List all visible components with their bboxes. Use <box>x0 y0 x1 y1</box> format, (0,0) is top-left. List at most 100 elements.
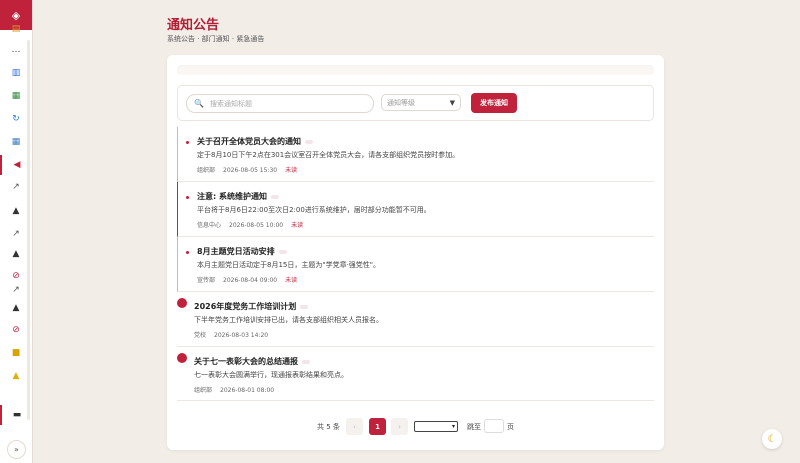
level-select-placeholder: 通知等级 <box>387 98 415 107</box>
notice-level-tag <box>270 194 279 199</box>
notice-meta: 组织部 2026-08-01 08:00 <box>194 385 282 394</box>
sidebar-item-15[interactable]: ⊘ <box>0 320 32 340</box>
sidebar-item-6[interactable]: ▦ <box>0 132 32 152</box>
monitor-icon: ▬ <box>12 409 22 420</box>
sidebar-item-4[interactable]: ▦ <box>0 86 32 106</box>
search-box[interactable]: 🔍 <box>186 94 374 113</box>
warning-icon: ▲ <box>12 370 20 381</box>
moon-icon[interactable]: ☾ <box>762 429 782 449</box>
level-select[interactable]: 通知等级 ▼ <box>381 94 461 111</box>
megaphone-icon: ◀ <box>13 159 21 170</box>
notice-level-tag <box>305 139 313 144</box>
goto-page-input[interactable] <box>484 419 504 433</box>
graduation-cap-icon: ▲ <box>12 302 20 313</box>
chevron-down-icon: ▾ <box>451 423 455 430</box>
notice-title[interactable]: 关于七一表彰大会的总结通报 <box>194 356 310 367</box>
search-input[interactable] <box>209 99 360 108</box>
sidebar-item-13[interactable]: ↗ <box>0 280 32 300</box>
book-icon: ▦ <box>11 90 21 101</box>
notice-item[interactable]: 注意: 系统维护通知平台将于8月6日22:00至次日2:00进行系统维护，届时部… <box>177 182 654 237</box>
graduation-cap-icon: ▲ <box>12 248 20 259</box>
notice-level-tag <box>302 359 310 364</box>
unread-badge: 未读 <box>285 277 298 284</box>
notice-summary: 下半年党务工作培训安排已出，请各支部组织相关人员报名。 <box>194 316 383 324</box>
notice-time: 2026-08-01 08:00 <box>220 387 275 394</box>
notice-indicator-dot <box>186 196 189 199</box>
next-page-button[interactable]: › <box>391 418 408 435</box>
prohibited-icon: ⊘ <box>12 324 20 335</box>
notice-title-text: 注意: 系统维护通知 <box>197 192 267 201</box>
sidebar-item-7[interactable]: ◀ <box>0 155 32 175</box>
notice-title[interactable]: 8月主题党日活动安排 <box>197 246 287 257</box>
notice-indicator-dot <box>186 141 189 144</box>
unread-badge: 未读 <box>291 222 304 229</box>
goto-label: 跳至 <box>467 423 481 431</box>
page-title: 通知公告 <box>167 18 220 33</box>
page-subtitle: 系统公告 · 部门通知 · 紧急通告 <box>167 35 265 43</box>
page-size-select[interactable]: ▾ <box>414 421 458 432</box>
sidebar-item-3[interactable]: ▥ <box>0 63 32 83</box>
sidebar-item-2[interactable]: … <box>0 40 32 60</box>
sidebar: ◈ ▤… ▥ ▦ ↻ ▦ ◀ ↗ ▲ ↗ ▲ ⊘ ↗ ▲ ⊘ ■ ▲ ▬ » <box>0 0 33 463</box>
notice-item[interactable]: 2026年度党务工作培训计划下半年党务工作培训安排已出，请各支部组织相关人员报名… <box>177 292 654 347</box>
filter-toolbar: 🔍 通知等级 ▼ 发布通知 <box>177 85 654 121</box>
sidebar-item-14[interactable]: ▲ <box>0 298 32 318</box>
notice-department: 组织部 <box>197 167 216 174</box>
chart-line-icon: ↗ <box>12 284 20 295</box>
sidebar-item-11[interactable]: ▲ <box>0 244 32 264</box>
sidebar-item-1[interactable]: ▤ <box>0 19 32 39</box>
notice-item[interactable]: 8月主题党日活动安排 本月主题党日活动定于8月15日，主题为"学党章·强党性"。宣… <box>177 237 654 292</box>
notice-indicator-dot <box>186 251 189 254</box>
notice-summary: 定于8月10日下午2点在301会议室召开全体党员大会，请各支部组织党员按时参加。 <box>197 151 460 159</box>
notice-title-text: 关于召开全体党员大会的通知 <box>197 137 301 146</box>
notice-time: 2026-08-05 15:30 <box>223 167 278 174</box>
page-1-button[interactable]: 1 <box>369 418 386 435</box>
notice-indicator-dot <box>177 353 187 363</box>
notice-summary: 平台将于8月6日22:00至次日2:00进行系统维护，届时部分功能暂不可用。 <box>197 206 431 214</box>
search-icon: 🔍 <box>194 99 204 108</box>
sidebar-item-10[interactable]: ↗ <box>0 224 32 244</box>
card-header-strip <box>177 65 654 75</box>
notice-card: 🔍 通知等级 ▼ 发布通知 关于召开全体党员大会的通知定于8月10日下午2点在3… <box>167 55 664 450</box>
chart-line-icon: ↗ <box>12 228 20 239</box>
notice-summary: 七一表彰大会圆满举行，现通报表彰结果和亮点。 <box>194 371 348 379</box>
notice-time: 2026-08-03 14:20 <box>214 332 269 339</box>
bar-chart-icon: ▥ <box>11 67 21 78</box>
notice-item[interactable]: 关于召开全体党员大会的通知定于8月10日下午2点在301会议室召开全体党员大会，… <box>177 127 654 182</box>
notice-meta: 信息中心 2026-08-05 10:00 未读 <box>197 220 311 229</box>
sidebar-item-8[interactable]: ↗ <box>0 177 32 197</box>
sidebar-item-5[interactable]: ↻ <box>0 109 32 129</box>
chat-icon: … <box>11 44 21 55</box>
table-icon: ▦ <box>11 136 21 147</box>
notice-title-text: 关于七一表彰大会的总结通报 <box>194 357 298 366</box>
notice-department: 信息中心 <box>197 222 222 229</box>
clipboard-icon: ▤ <box>11 23 21 34</box>
notice-summary: 本月主题党日活动定于8月15日，主题为"学党章·强党性"。 <box>197 261 381 269</box>
pagination-total: 共 5 条 <box>317 423 340 431</box>
notice-title[interactable]: 2026年度党务工作培训计划 <box>194 301 309 312</box>
notice-item[interactable]: 关于七一表彰大会的总结通报七一表彰大会圆满举行，现通报表彰结果和亮点。 组织部 20… <box>177 347 654 401</box>
sidebar-item-18[interactable]: ▬ <box>0 405 32 425</box>
notice-time: 2026-08-05 10:00 <box>229 222 284 229</box>
notice-title-text: 2026年度党务工作培训计划 <box>194 302 297 311</box>
chevron-down-icon: ▼ <box>449 98 455 107</box>
sidebar-item-16[interactable]: ■ <box>0 343 32 363</box>
notice-time: 2026-08-04 09:00 <box>223 277 278 284</box>
publish-notice-button[interactable]: 发布通知 <box>471 93 517 113</box>
notice-department: 组织部 <box>194 387 213 394</box>
page-unit-label: 页 <box>507 423 514 431</box>
prev-page-button[interactable]: ‹ <box>346 418 363 435</box>
notice-meta: 党校 2026-08-03 14:20 <box>194 330 276 339</box>
notice-department: 党校 <box>194 332 207 339</box>
notice-title[interactable]: 注意: 系统维护通知 <box>197 191 279 202</box>
notice-title-text: 8月主题党日活动安排 <box>197 247 275 256</box>
expand-sidebar-button[interactable]: » <box>7 440 26 459</box>
chart-line-icon: ↗ <box>12 181 20 192</box>
sidebar-item-9[interactable]: ▲ <box>0 201 32 221</box>
notice-meta: 宣传部 2026-08-04 09:00 未读 <box>197 275 305 284</box>
notice-meta: 组织部 2026-08-05 15:30 未读 <box>197 165 305 174</box>
notice-level-tag <box>278 249 287 254</box>
refresh-icon: ↻ <box>12 113 20 124</box>
notice-title[interactable]: 关于召开全体党员大会的通知 <box>197 136 313 147</box>
sidebar-item-17[interactable]: ▲ <box>0 366 32 386</box>
